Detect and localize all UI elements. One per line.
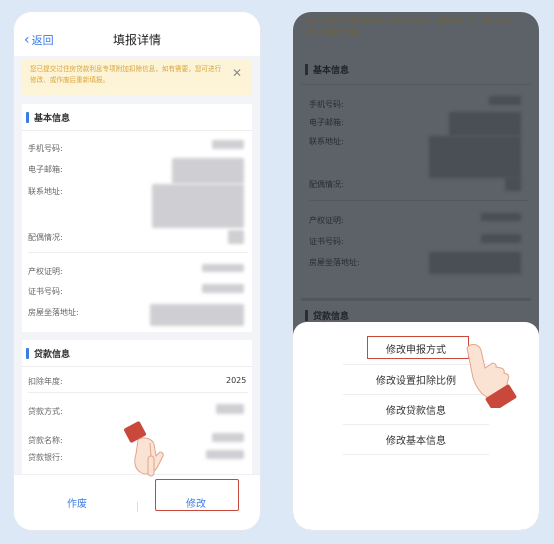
redacted-value: [481, 213, 521, 221]
divider: [343, 424, 489, 425]
divider: [137, 502, 138, 512]
basic-info-card: 基本信息 手机号码: 电子邮箱: 联系地址: 配偶情况: 产权证明: 证书号码:…: [22, 104, 252, 332]
redacted-value: [481, 234, 521, 243]
loan-name-label: 贷款名称:: [28, 436, 63, 445]
divider: [301, 84, 531, 85]
redacted-value: [449, 112, 521, 136]
section-marker: [305, 64, 308, 75]
house-address-label: 房屋坐落地址:: [28, 308, 79, 317]
email-label: 电子邮箱:: [28, 165, 63, 174]
notice-banner: 您已提交过住房贷款利息专项附加扣除信息，如有需要，您可进行修改、或作废后重新填报…: [22, 59, 252, 95]
redacted-value: [212, 433, 244, 442]
basic-info-title: 基本信息: [34, 114, 71, 124]
divider: [28, 392, 248, 393]
highlight-box: [155, 479, 239, 511]
redacted-value: [228, 230, 244, 244]
loan-info-header: 贷款信息: [22, 342, 252, 364]
section-marker: [26, 112, 29, 123]
section-marker: [26, 348, 29, 359]
redacted-value: [152, 184, 244, 228]
email-label: 电子邮箱:: [309, 118, 344, 127]
phone-label: 手机号码:: [28, 144, 63, 153]
divider: [301, 298, 531, 301]
spouse-label: 配偶情况:: [309, 180, 344, 189]
redacted-value: [489, 96, 521, 105]
notice-text: 您已提交过住房贷款利息专项附加扣除信息，如有需要，您可进行修改、或作废后重新填报…: [30, 65, 222, 84]
loan-info-title: 贷款信息: [34, 350, 71, 360]
divider: [309, 200, 529, 201]
close-icon[interactable]: ✕: [232, 66, 242, 80]
pointing-hand-icon: [124, 421, 164, 477]
loan-bank-label: 贷款银行:: [28, 453, 63, 462]
property-cert-label: 产权证明:: [28, 267, 63, 276]
redacted-value: [429, 252, 521, 274]
page-title: 填报详情: [112, 33, 161, 47]
divider: [343, 454, 489, 455]
address-label: 联系地址:: [309, 137, 344, 146]
notice-text: 您已提交过住房贷款利息专项附加扣除信息，如有需要，您可进行修改、或作废后重新填报…: [305, 17, 516, 36]
house-address-label: 房屋坐落地址:: [309, 258, 360, 267]
redacted-value: [505, 177, 521, 191]
redacted-value: [202, 264, 244, 272]
void-button[interactable]: 作废: [52, 495, 102, 510]
redacted-value: [216, 404, 244, 414]
phone-right: 您已提交过住房贷款利息专项附加扣除信息，如有需要，您可进行修改、或作废后重新填报…: [293, 12, 539, 530]
redacted-value: [206, 450, 244, 459]
divider: [22, 130, 252, 131]
divider: [28, 252, 248, 253]
loan-info-title: 贷款信息: [313, 312, 350, 322]
basic-info-title: 基本信息: [313, 66, 350, 76]
deduction-year-value: 2025: [226, 376, 247, 385]
redacted-value: [172, 158, 244, 184]
phone-label: 手机号码:: [309, 100, 344, 109]
divider: [22, 366, 252, 367]
deduction-year-label: 扣除年度:: [28, 377, 63, 386]
property-cert-label: 产权证明:: [309, 216, 344, 225]
loan-method-label: 贷款方式:: [28, 407, 63, 416]
spouse-label: 配偶情况:: [28, 233, 63, 242]
basic-info-header: 基本信息: [22, 106, 252, 128]
pointing-hand-icon: [466, 343, 517, 408]
header: ‹ 返回 填报详情: [14, 12, 260, 56]
cert-number-label: 证书号码:: [28, 287, 63, 296]
redacted-value: [150, 304, 244, 326]
redacted-value: [202, 284, 244, 293]
section-marker: [305, 310, 308, 321]
redacted-value: [212, 140, 244, 149]
address-label: 联系地址:: [28, 187, 63, 196]
cert-number-label: 证书号码:: [309, 237, 344, 246]
redacted-value: [429, 136, 521, 178]
option-modify-basic-info[interactable]: 修改基本信息: [293, 432, 539, 447]
phone-left: ‹ 返回 填报详情 您已提交过住房贷款利息专项附加扣除信息，如有需要，您可进行修改…: [14, 12, 260, 530]
